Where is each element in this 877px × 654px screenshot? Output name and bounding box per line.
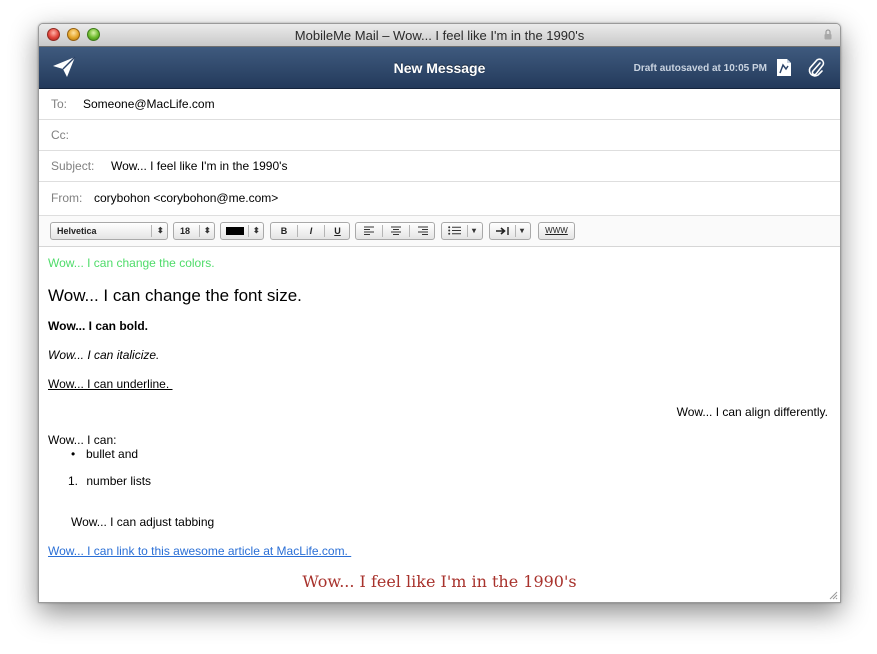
cc-label: Cc: xyxy=(51,128,69,142)
message-body[interactable]: Wow... I can change the colors. Wow... I… xyxy=(39,247,840,602)
align-left-icon[interactable] xyxy=(364,226,374,235)
from-label: From: xyxy=(51,191,83,205)
mail-window: MobileMe Mail – Wow... I feel like I'm i… xyxy=(38,23,841,603)
align-right-icon[interactable] xyxy=(418,226,428,235)
chevron-down-icon: ▾ xyxy=(520,226,525,235)
resize-grip-icon[interactable] xyxy=(828,590,838,600)
color-swatch xyxy=(226,227,244,235)
subject-field[interactable]: Wow... I feel like I'm in the 1990's xyxy=(111,151,287,181)
autosave-status: Draft autosaved at 10:05 PM xyxy=(633,63,767,74)
style-button-group: B I U xyxy=(270,222,350,240)
bullet-list-item: • bullet and xyxy=(71,447,138,461)
alignment-button-group xyxy=(355,222,435,240)
numbered-list-item: 1. number lists xyxy=(68,474,151,488)
format-bar: Helvetica ⬍ 18 ⬍ ⬍ B I U ▾ ▾ WWW xyxy=(39,216,840,247)
list-select[interactable]: ▾ xyxy=(441,222,483,240)
paperclip-icon[interactable] xyxy=(807,57,825,78)
align-right-line: Wow... I can align differently. xyxy=(676,405,828,419)
italic-button[interactable]: I xyxy=(298,223,324,239)
subject-label: Subject: xyxy=(51,159,95,173)
lists-intro-line: Wow... I can: xyxy=(48,433,117,447)
colors-line: Wow... I can change the colors. xyxy=(48,256,215,270)
bold-line: Wow... I can bold. xyxy=(48,319,149,333)
closing-line: Wow... I feel like I'm in the 1990's xyxy=(302,572,577,591)
chevron-down-icon: ▾ xyxy=(472,226,477,235)
align-center-icon[interactable] xyxy=(391,226,401,235)
number-marker: 1. xyxy=(68,474,79,488)
maclife-link[interactable]: Wow... I can link to this awesome articl… xyxy=(48,544,351,558)
insert-link-button[interactable]: WWW xyxy=(538,222,575,240)
bullet-list-icon xyxy=(448,226,461,235)
title-bar[interactable]: MobileMe Mail – Wow... I feel like I'm i… xyxy=(39,24,840,47)
from-field[interactable]: corybohon <corybohon@me.com> xyxy=(94,182,278,215)
font-size-select[interactable]: 18 ⬍ xyxy=(173,222,215,240)
tabbing-line: Wow... I can adjust tabbing xyxy=(71,515,215,529)
document-icon[interactable] xyxy=(776,58,792,77)
cc-row: Cc: xyxy=(39,120,840,151)
updown-icon: ⬍ xyxy=(204,226,211,235)
updown-icon: ⬍ xyxy=(253,226,260,235)
bullet-item-text: bullet and xyxy=(86,447,139,461)
to-row: To: Someone@MacLife.com xyxy=(39,89,840,120)
cc-field[interactable] xyxy=(83,120,823,150)
text-color-select[interactable]: ⬍ xyxy=(220,222,264,240)
font-size-line: Wow... I can change the font size. xyxy=(48,286,302,305)
bold-button[interactable]: B xyxy=(271,223,297,239)
bullet-marker: • xyxy=(71,447,76,461)
from-row: From: corybohon <corybohon@me.com> xyxy=(39,182,840,216)
font-select[interactable]: Helvetica ⬍ xyxy=(50,222,168,240)
underline-line: Wow... I can underline. xyxy=(48,377,173,391)
updown-icon: ⬍ xyxy=(157,226,164,235)
italic-line: Wow... I can italicize. xyxy=(48,348,160,362)
underline-button[interactable]: U xyxy=(325,223,350,239)
send-icon[interactable] xyxy=(52,56,76,78)
window-title: MobileMe Mail – Wow... I feel like I'm i… xyxy=(294,28,585,43)
font-size-value: 18 xyxy=(180,226,191,236)
number-item-text: number lists xyxy=(86,474,152,488)
subject-row: Subject: Wow... I feel like I'm in the 1… xyxy=(39,151,840,182)
lock-icon xyxy=(824,29,832,40)
indent-select[interactable]: ▾ xyxy=(489,222,531,240)
indent-icon xyxy=(496,227,509,235)
font-select-value: Helvetica xyxy=(57,226,97,236)
to-field[interactable]: Someone@MacLife.com xyxy=(83,89,215,119)
compose-toolbar: New Message Draft autosaved at 10:05 PM xyxy=(39,47,840,89)
to-label: To: xyxy=(51,97,68,111)
